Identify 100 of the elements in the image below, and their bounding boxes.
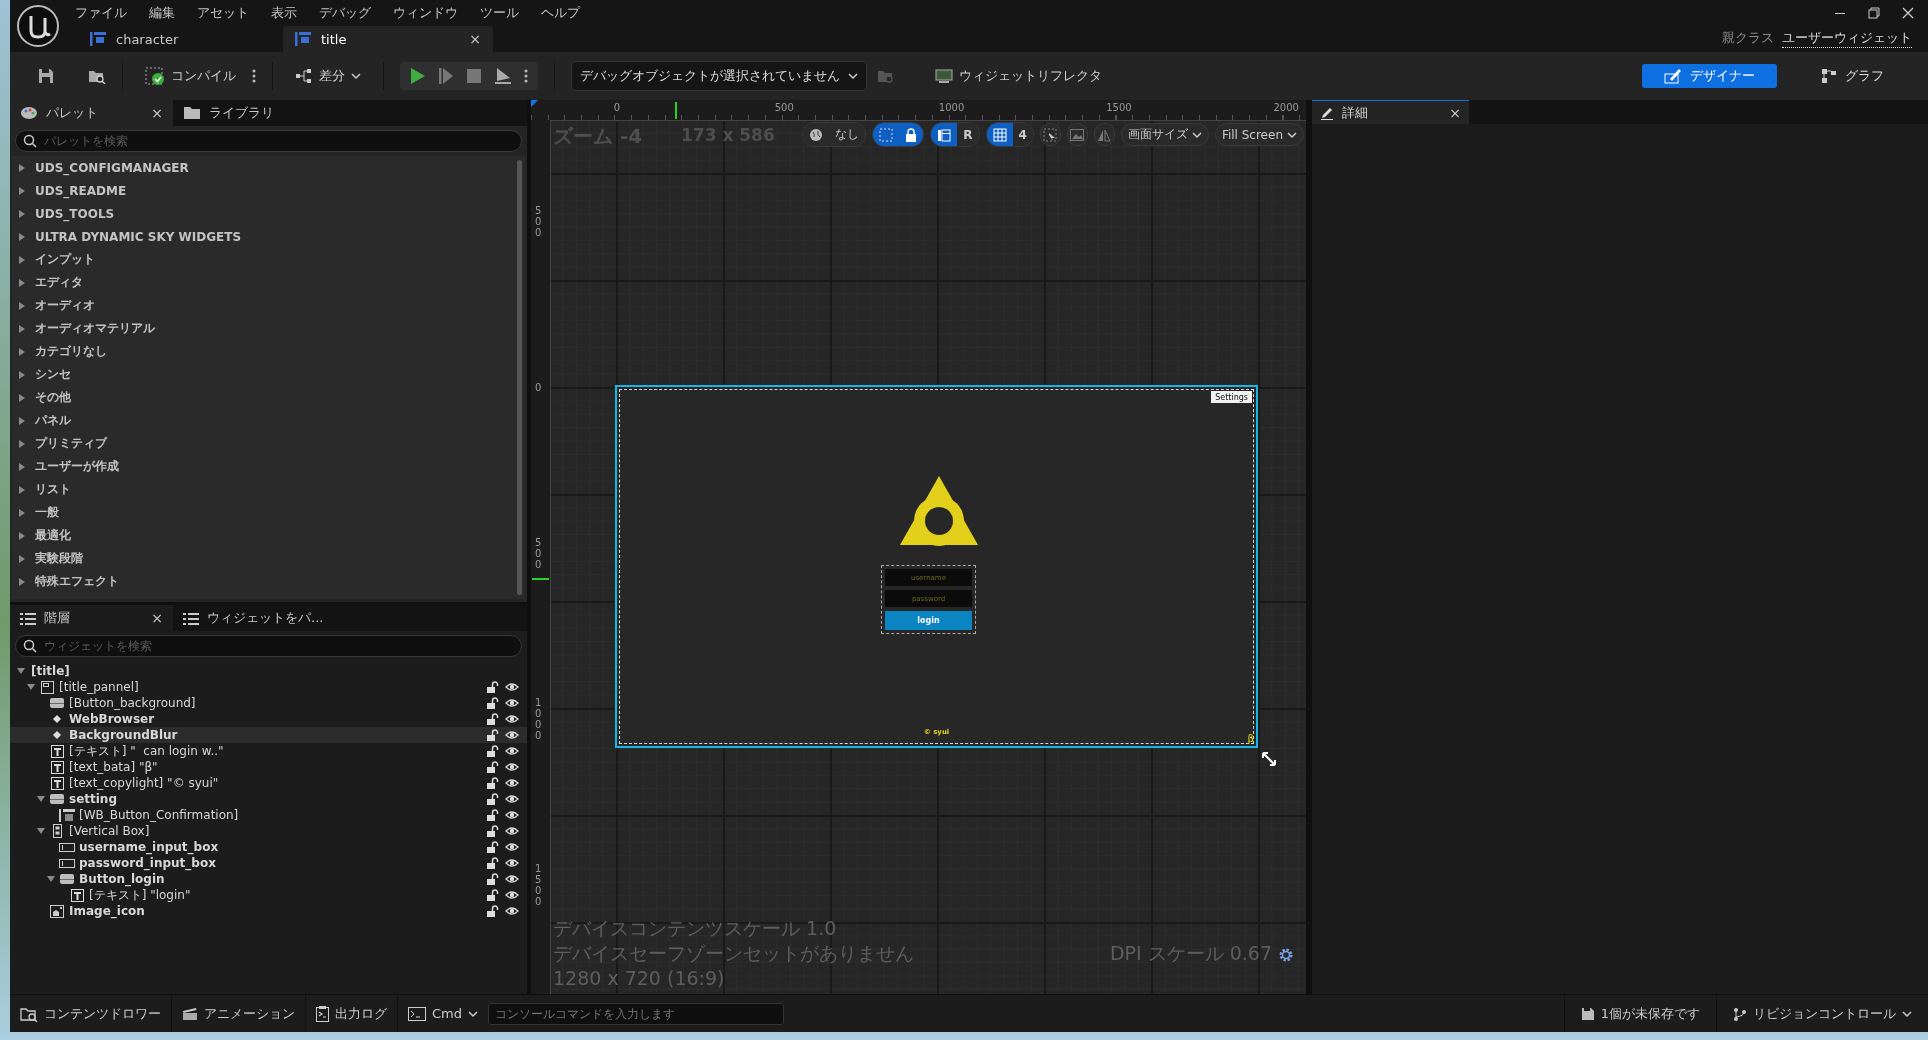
- grid-size-button[interactable]: 4: [1012, 123, 1033, 146]
- palette-category[interactable]: UDS_TOOLS: [12, 202, 514, 225]
- tree-item[interactable]: [text_bata] "β": [10, 759, 527, 775]
- eye-icon[interactable]: [505, 858, 519, 868]
- settings-button[interactable]: Settings: [1211, 391, 1252, 403]
- more-icon[interactable]: [524, 68, 528, 84]
- expand-arrow-icon[interactable]: [17, 461, 27, 472]
- expand-arrow-icon[interactable]: [17, 530, 27, 541]
- palette-category[interactable]: オーディオ: [12, 294, 514, 317]
- expand-arrow-icon[interactable]: [17, 277, 27, 288]
- stop-icon[interactable]: [466, 68, 482, 84]
- diff-button[interactable]: 差分: [289, 63, 367, 89]
- play-icon[interactable]: [410, 67, 426, 85]
- collapse-arrow-icon[interactable]: [46, 874, 56, 884]
- palette-category[interactable]: ユーザーが作成: [12, 455, 514, 478]
- tree-item[interactable]: setting: [10, 791, 527, 807]
- panel-tab[interactable]: パレット ×: [10, 100, 173, 126]
- expand-arrow-icon[interactable]: [17, 254, 27, 265]
- close-icon[interactable]: [1902, 6, 1914, 19]
- outline-toggle[interactable]: [873, 123, 900, 146]
- drawer-button[interactable]: 出力ログ: [306, 995, 398, 1032]
- scrollbar[interactable]: [517, 160, 522, 595]
- tree-item[interactable]: BackgroundBlur: [10, 727, 527, 743]
- image-icon[interactable]: [1070, 128, 1085, 141]
- eye-icon[interactable]: [505, 906, 519, 916]
- eye-icon[interactable]: [505, 778, 519, 788]
- expand-arrow-icon[interactable]: [17, 438, 27, 449]
- close-button[interactable]: ×: [151, 610, 163, 626]
- login-button[interactable]: login: [885, 611, 972, 630]
- panel-tab[interactable]: ウィジェットをパ...: [173, 605, 334, 631]
- palette-category[interactable]: パネル: [12, 409, 514, 432]
- restore-icon[interactable]: [1868, 6, 1880, 19]
- parent-class-link[interactable]: ユーザーウィジェット: [1782, 29, 1912, 48]
- cmd-dropdown[interactable]: Cmd: [398, 1006, 488, 1021]
- palette-category[interactable]: 実験段階: [12, 547, 514, 570]
- palette-category[interactable]: 特殊エフェクト: [12, 570, 514, 593]
- palette-category[interactable]: UDS_README: [12, 179, 514, 202]
- palette-category[interactable]: その他: [12, 386, 514, 409]
- console-field[interactable]: コンソールコマンドを入力します: [488, 1002, 784, 1025]
- search-field[interactable]: ウィジェットを検索: [15, 635, 522, 657]
- unsaved-button[interactable]: 1個が未保存です: [1563, 995, 1716, 1032]
- expand-arrow-icon[interactable]: [17, 323, 27, 334]
- expand-arrow-icon[interactable]: [17, 208, 27, 219]
- menu-item[interactable]: ファイル: [75, 3, 127, 22]
- close-button[interactable]: ×: [151, 105, 163, 121]
- lock-icon[interactable]: [487, 761, 499, 773]
- fill-mode-dropdown[interactable]: Fill Screen: [1214, 123, 1304, 146]
- lock-icon[interactable]: [487, 873, 499, 885]
- lock-icon[interactable]: [487, 889, 499, 901]
- menu-item[interactable]: ヘルプ: [541, 3, 580, 22]
- palette-category[interactable]: エディタ: [12, 271, 514, 294]
- collapse-arrow-icon[interactable]: [26, 682, 36, 692]
- details-tab[interactable]: 詳細 ×: [1312, 100, 1469, 124]
- document-tab[interactable]: character: [78, 26, 278, 52]
- eye-icon[interactable]: [505, 890, 519, 900]
- eject-icon[interactable]: [494, 67, 512, 85]
- expand-arrow-icon[interactable]: [17, 185, 27, 196]
- widget-reflector-button[interactable]: ウィジェットリフレクタ: [929, 63, 1108, 89]
- expand-arrow-icon[interactable]: [17, 484, 27, 495]
- panel-tab[interactable]: 階層 ×: [10, 605, 173, 631]
- palette-category[interactable]: 最適化: [12, 524, 514, 547]
- lock-icon[interactable]: [487, 713, 499, 725]
- cursor-icon[interactable]: [1043, 127, 1058, 142]
- debug-object-dropdown[interactable]: デバッグオブジェクトが選択されていません: [571, 61, 867, 91]
- tree-item[interactable]: [title_pannel]: [10, 679, 527, 695]
- step-icon[interactable]: [438, 67, 454, 85]
- close-button[interactable]: ×: [1449, 104, 1461, 121]
- expand-arrow-icon[interactable]: [17, 162, 27, 173]
- palette-category[interactable]: オーディオマテリアル: [12, 317, 514, 340]
- more-icon[interactable]: [252, 68, 256, 84]
- tree-item[interactable]: Image_icon: [10, 903, 527, 919]
- folder-search-icon[interactable]: [88, 68, 106, 84]
- snap-toggle[interactable]: [931, 123, 958, 146]
- tree-item[interactable]: [Button_background]: [10, 695, 527, 711]
- tree-item[interactable]: username_input_box: [10, 839, 527, 855]
- mirror-icon[interactable]: [1097, 127, 1112, 142]
- tree-item[interactable]: Button_login: [10, 871, 527, 887]
- save-icon[interactable]: [38, 68, 54, 84]
- expand-arrow-icon[interactable]: [17, 231, 27, 242]
- eye-icon[interactable]: [505, 698, 519, 708]
- expand-arrow-icon[interactable]: [17, 300, 27, 311]
- menu-item[interactable]: ウィンドウ: [393, 3, 458, 22]
- palette-category[interactable]: ULTRA DYNAMIC SKY WIDGETS: [12, 225, 514, 248]
- mode-button[interactable]: グラフ: [1799, 64, 1906, 88]
- collapse-arrow-icon[interactable]: [36, 794, 46, 804]
- expand-arrow-icon[interactable]: [17, 507, 27, 518]
- compile-button[interactable]: コンパイル: [139, 63, 242, 89]
- search-field[interactable]: パレットを検索: [15, 130, 522, 152]
- expand-arrow-icon[interactable]: [17, 553, 27, 564]
- close-button[interactable]: ×: [469, 31, 481, 47]
- tree-item[interactable]: password_input_box: [10, 855, 527, 871]
- lock-icon[interactable]: [487, 905, 499, 917]
- tree-item[interactable]: [Vertical Box]: [10, 823, 527, 839]
- eye-icon[interactable]: [505, 826, 519, 836]
- logo-icon[interactable]: [16, 4, 60, 48]
- palette-category[interactable]: UDS_CONFIGMANAGER: [12, 156, 514, 179]
- grid-toggle[interactable]: [986, 123, 1013, 146]
- lock-icon[interactable]: [487, 745, 499, 757]
- eye-icon[interactable]: [505, 762, 519, 772]
- tree-item[interactable]: [WB_Button_Confirmation]: [10, 807, 527, 823]
